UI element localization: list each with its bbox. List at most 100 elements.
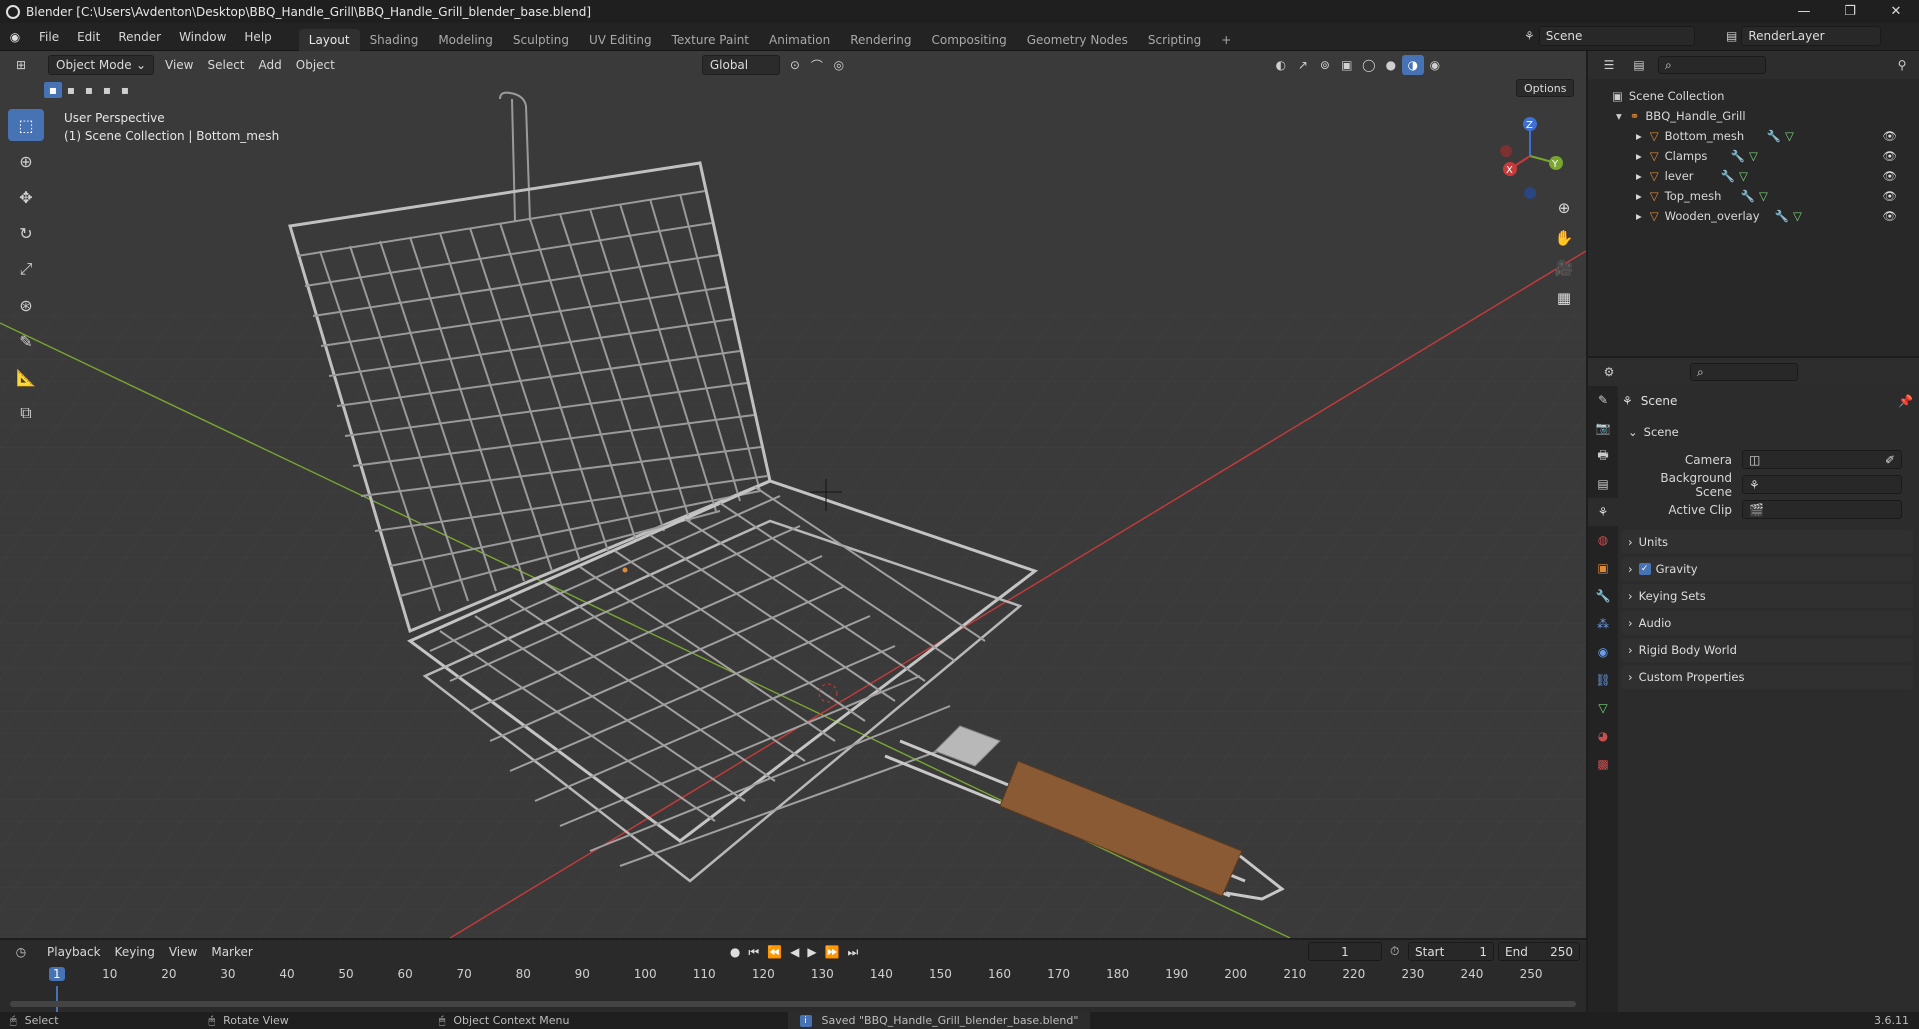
select-new-icon[interactable]: ▪	[44, 82, 62, 98]
jump-start-icon[interactable]: ⏮	[748, 945, 759, 960]
tab-uv-editing[interactable]: UV Editing	[579, 29, 662, 51]
scale-tool-icon[interactable]: ⤢	[8, 253, 44, 285]
select-extend-icon[interactable]: ▪	[62, 82, 80, 98]
pivot-icon[interactable]: ⊙	[784, 55, 806, 75]
xray-icon[interactable]: ▣	[1336, 55, 1358, 75]
close-button[interactable]: ✕	[1873, 0, 1919, 23]
tab-compositing[interactable]: Compositing	[921, 29, 1016, 51]
texture-tab-icon[interactable]: ▩	[1588, 750, 1618, 778]
pin-icon[interactable]: 📌	[1898, 394, 1913, 408]
menu-window[interactable]: Window	[170, 30, 235, 44]
start-frame-field[interactable]: Start 1	[1408, 942, 1494, 961]
tab-texture-paint[interactable]: Texture Paint	[662, 29, 759, 51]
end-frame-field[interactable]: End 250	[1498, 942, 1580, 961]
tool-tab-icon[interactable]: ✎	[1588, 386, 1618, 414]
menu-marker[interactable]: Marker	[204, 945, 259, 959]
next-keyframe-icon[interactable]: ⏩	[825, 945, 840, 960]
tab-modeling[interactable]: Modeling	[428, 29, 503, 51]
particles-tab-icon[interactable]: ⁂	[1588, 610, 1618, 638]
menu-playback[interactable]: Playback	[40, 945, 108, 959]
menu-render[interactable]: Render	[109, 30, 170, 44]
tab-shading[interactable]: Shading	[360, 29, 429, 51]
proportional-edit-icon[interactable]: ◎	[828, 55, 850, 75]
material-tab-icon[interactable]: ◕	[1588, 722, 1618, 750]
play-icon[interactable]: ▶	[807, 945, 816, 960]
select-intersect-icon[interactable]: ▪	[116, 82, 134, 98]
measure-tool-icon[interactable]: 📐	[8, 361, 44, 393]
tab-animation[interactable]: Animation	[759, 29, 840, 51]
options-button[interactable]: Options	[1516, 79, 1575, 97]
stopwatch-icon[interactable]: ⏱	[1390, 944, 1399, 959]
tab-layout[interactable]: Layout	[298, 28, 360, 51]
gizmo-toggle-icon[interactable]: ↗	[1292, 55, 1314, 75]
render-shading-icon[interactable]: ◉	[1424, 55, 1446, 75]
wireframe-shading-icon[interactable]: ◯	[1358, 55, 1380, 75]
overlay-icon[interactable]: ⊚	[1314, 55, 1336, 75]
move-tool-icon[interactable]: ✥	[8, 181, 44, 213]
viewport-scene[interactable]	[0, 51, 1586, 938]
pan-hand-icon[interactable]: ✋	[1552, 223, 1576, 253]
outliner-object-row[interactable]: ▸ ▽ Bottom_mesh 🔧 ▽ 👁	[1588, 126, 1919, 146]
expand-arrow-icon[interactable]: ▸	[1636, 189, 1642, 203]
select-subtract-icon[interactable]: ▪	[80, 82, 98, 98]
units-panel-header[interactable]: › Units	[1622, 530, 1913, 554]
properties-search-input[interactable]: ⌕	[1690, 363, 1798, 381]
expand-arrow-icon[interactable]: ▸	[1636, 169, 1642, 183]
menu-keying[interactable]: Keying	[108, 945, 162, 959]
menu-help[interactable]: Help	[235, 30, 280, 44]
timeline-editor-icon[interactable]: ◷	[10, 942, 32, 962]
solid-shading-icon[interactable]: ●	[1380, 55, 1402, 75]
add-workspace-button[interactable]: +	[1211, 29, 1241, 51]
orientation-dropdown[interactable]: Global	[701, 55, 780, 75]
data-tab-icon[interactable]: ▽	[1588, 694, 1618, 722]
tab-rendering[interactable]: Rendering	[840, 29, 921, 51]
disclosure-triangle-icon[interactable]: ▾	[1616, 109, 1622, 123]
view-layer-field[interactable]: RenderLayer	[1741, 26, 1882, 46]
eyedropper-icon[interactable]: ✐	[1885, 453, 1895, 467]
outliner-search-input[interactable]: ⌕	[1658, 56, 1766, 74]
display-mode-icon[interactable]: ▤	[1628, 55, 1650, 75]
transform-tool-icon[interactable]: ⊛	[8, 289, 44, 321]
ortho-grid-icon[interactable]: ▦	[1552, 283, 1576, 313]
constraints-tab-icon[interactable]: ⛓	[1588, 666, 1618, 694]
physics-tab-icon[interactable]: ◉	[1588, 638, 1618, 666]
background-scene-field[interactable]: ⚘	[1742, 475, 1902, 494]
eye-visibility-icon[interactable]: 👁	[1882, 149, 1897, 163]
blender-menu-icon[interactable]: ◉	[0, 30, 30, 44]
menu-object[interactable]: Object	[289, 58, 342, 72]
select-box-tool-icon[interactable]: ⬚	[8, 109, 44, 141]
3d-viewport[interactable]: ⊞ Object Mode ⌄ View Select Add Object G…	[0, 51, 1586, 938]
expand-arrow-icon[interactable]: ▸	[1636, 209, 1642, 223]
eye-visibility-icon[interactable]: 👁	[1882, 129, 1897, 143]
rigid-body-world-panel-header[interactable]: › Rigid Body World	[1622, 638, 1913, 662]
tab-geometry-nodes[interactable]: Geometry Nodes	[1017, 29, 1138, 51]
rotate-tool-icon[interactable]: ↻	[8, 217, 44, 249]
tab-sculpting[interactable]: Sculpting	[503, 29, 579, 51]
prev-keyframe-icon[interactable]: ⏪	[767, 945, 782, 960]
scene-panel-header[interactable]: ⌄ Scene	[1622, 420, 1913, 444]
cursor-tool-icon[interactable]: ⊕	[8, 145, 44, 177]
outliner-editor-icon[interactable]: ☰	[1598, 55, 1620, 75]
menu-file[interactable]: File	[30, 30, 68, 44]
material-shading-icon[interactable]: ◑	[1401, 55, 1424, 75]
playhead-line[interactable]	[56, 986, 58, 1012]
outliner-object-row[interactable]: ▸ ▽ Wooden_overlay 🔧 ▽ 👁	[1588, 206, 1919, 226]
outliner-collection-row[interactable]: ▾ ⚭ BBQ_Handle_Grill	[1588, 106, 1919, 126]
outliner-object-row[interactable]: ▸ ▽ Top_mesh 🔧 ▽ 👁	[1588, 186, 1919, 206]
gravity-checkbox[interactable]: ✓	[1638, 563, 1651, 575]
gravity-panel-header[interactable]: › ✓ Gravity	[1622, 557, 1913, 581]
properties-editor-icon[interactable]: ⚙	[1598, 362, 1620, 382]
menu-timeline-view[interactable]: View	[162, 945, 204, 959]
modifier-tab-icon[interactable]: 🔧	[1588, 582, 1618, 610]
active-clip-field[interactable]: 🎬	[1742, 500, 1902, 519]
expand-arrow-icon[interactable]: ▸	[1636, 149, 1642, 163]
scene-tab-icon[interactable]: ⚘	[1588, 498, 1618, 526]
outliner-object-row[interactable]: ▸ ▽ lever 🔧 ▽ 👁	[1588, 166, 1919, 186]
render-tab-icon[interactable]: 📷	[1588, 414, 1618, 442]
current-frame-field[interactable]: 1	[1308, 942, 1382, 961]
record-icon[interactable]: ●	[730, 945, 740, 960]
maximize-button[interactable]: ❐	[1827, 0, 1873, 23]
keying-sets-panel-header[interactable]: › Keying Sets	[1622, 584, 1913, 608]
jump-end-icon[interactable]: ⏭	[848, 945, 859, 960]
play-reverse-icon[interactable]: ◀	[790, 945, 799, 960]
